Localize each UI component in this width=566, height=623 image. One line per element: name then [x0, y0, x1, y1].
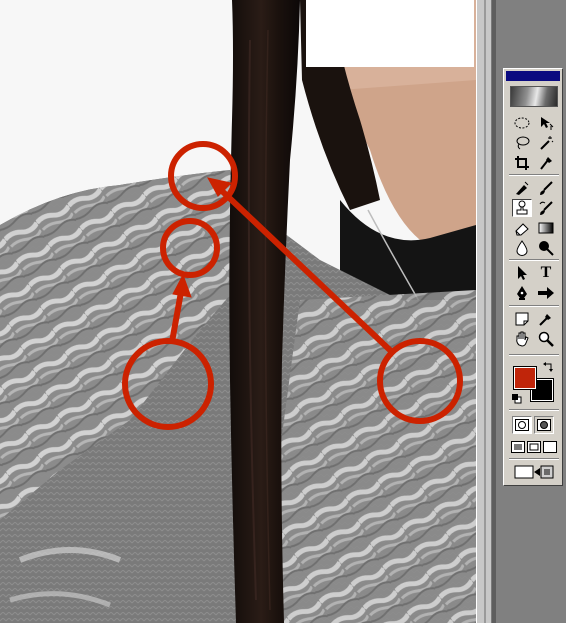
standard-mode-icon: [515, 419, 529, 431]
toolbox-title-bar[interactable]: [506, 71, 560, 81]
photo: [0, 0, 476, 623]
toolbox-separator: [509, 409, 559, 411]
image-canvas[interactable]: [0, 0, 476, 623]
toolbox-panel: T: [503, 68, 563, 486]
airbrush-tool-icon[interactable]: [512, 179, 532, 197]
app-logo[interactable]: [510, 86, 558, 107]
toolbox-separator: [509, 354, 559, 356]
window-edge: [492, 0, 496, 623]
eyedropper-tool-icon[interactable]: [536, 310, 556, 328]
foreground-color-swatch[interactable]: [513, 366, 537, 390]
toolbox-separator: [509, 458, 559, 460]
eraser-tool-icon[interactable]: [512, 219, 532, 237]
rubber-stamp-tool-icon[interactable]: [512, 199, 532, 217]
magic-wand-tool-icon[interactable]: [536, 134, 556, 152]
gradient-tool-icon[interactable]: [536, 219, 556, 237]
type-tool-glyph: T: [540, 264, 552, 281]
full-screen-mode-icon[interactable]: [542, 439, 558, 455]
standard-mode-button[interactable]: [512, 416, 532, 434]
quick-mask-mode-button[interactable]: [534, 416, 554, 434]
type-tool-icon[interactable]: T: [536, 264, 556, 282]
shape-tool-icon[interactable]: [536, 284, 556, 302]
hand-tool-icon[interactable]: [512, 330, 532, 348]
move-tool-icon[interactable]: [536, 114, 556, 132]
quick-mask-icon: [537, 419, 551, 431]
crop-tool-icon[interactable]: [512, 154, 532, 172]
swap-colors-icon[interactable]: [542, 361, 554, 373]
toolbox-separator: [509, 259, 559, 261]
pen-tool-icon[interactable]: [512, 284, 532, 302]
zoom-tool-icon[interactable]: [536, 330, 556, 348]
notes-tool-icon[interactable]: [512, 310, 532, 328]
white-overlay-block: [306, 0, 474, 67]
jump-to-imageready-icon[interactable]: [512, 463, 556, 481]
paintbrush-tool-icon[interactable]: [536, 179, 556, 197]
full-screen-menu-mode-icon[interactable]: [526, 439, 542, 455]
path-select-tool-icon[interactable]: [512, 264, 532, 282]
marquee-tool-icon[interactable]: [512, 114, 532, 132]
toolbox-separator: [509, 305, 559, 307]
toolbox-separator: [509, 174, 559, 176]
lasso-tool-icon[interactable]: [512, 134, 532, 152]
blur-tool-icon[interactable]: [512, 239, 532, 257]
history-brush-tool-icon[interactable]: [536, 199, 556, 217]
vertical-scrollbar[interactable]: [476, 0, 492, 623]
dodge-tool-icon[interactable]: [536, 239, 556, 257]
default-colors-icon[interactable]: [512, 394, 522, 404]
standard-screen-mode-icon[interactable]: [510, 439, 526, 455]
eyedropper-slice-tool-icon[interactable]: [536, 154, 556, 172]
